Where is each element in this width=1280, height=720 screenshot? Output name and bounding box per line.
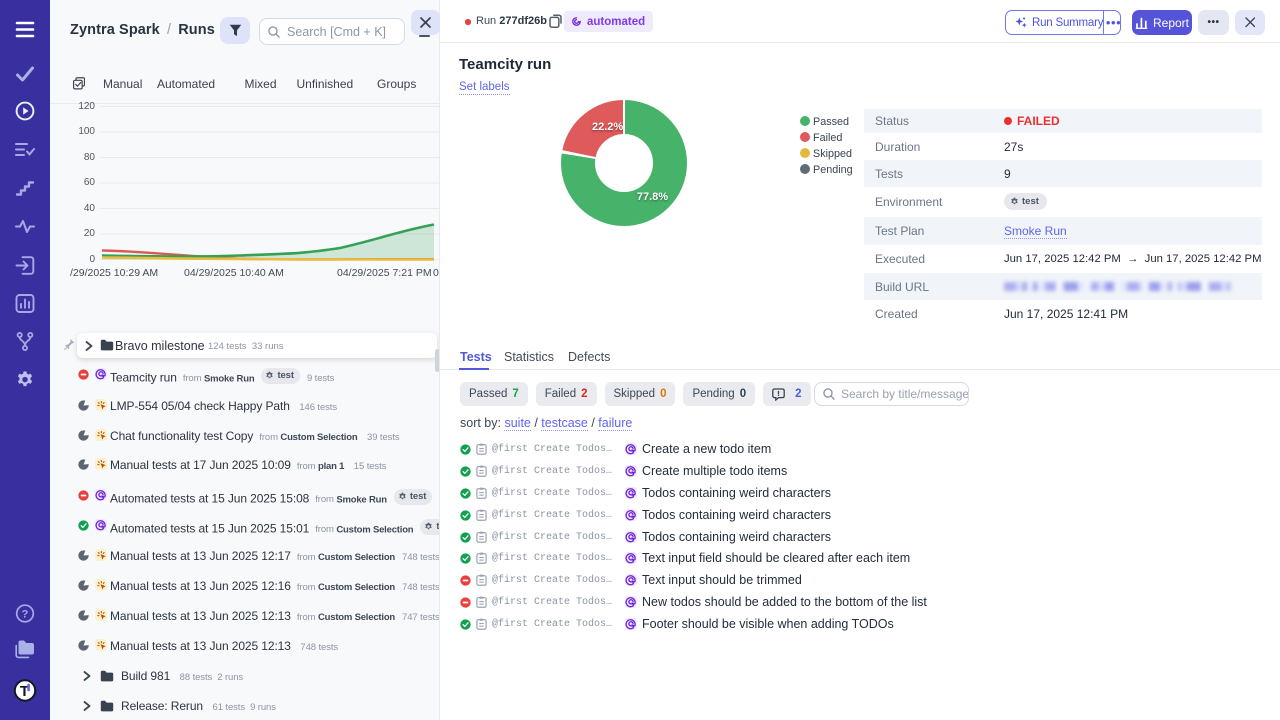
- svg-text:77.8%: 77.8%: [637, 191, 668, 203]
- svg-text:?: ?: [22, 608, 29, 620]
- svg-text:22.2%: 22.2%: [592, 121, 623, 133]
